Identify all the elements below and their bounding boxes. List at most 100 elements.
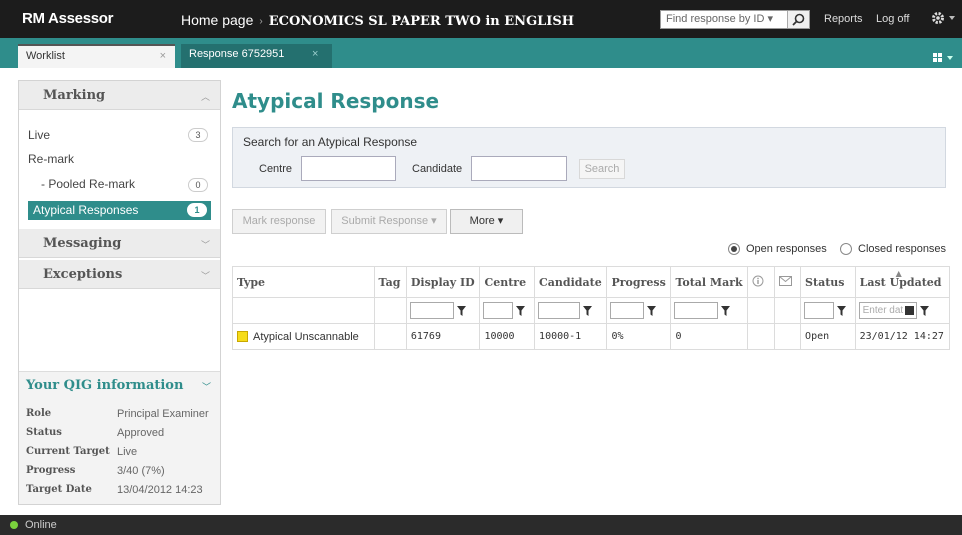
sidebar-item-remark[interactable]: Re-mark [28,152,74,166]
qig-key: Target Date [26,484,92,495]
col-candidate[interactable]: Candidate [534,266,608,298]
col-centre[interactable]: Centre [479,266,536,298]
search-icon [792,13,805,26]
mark-response-button[interactable]: Mark response [232,209,326,234]
breadcrumb-separator: › [259,16,263,27]
marking-accordion-header[interactable]: Marking ︿ [19,81,220,110]
qig-key: Current Target [26,446,110,457]
col-message[interactable] [773,266,802,298]
col-total-mark[interactable]: Total Mark [670,266,749,298]
tab-worklist[interactable]: Worklist × [18,44,175,68]
candidate-input[interactable] [471,156,567,181]
centre-input[interactable] [301,156,396,181]
qig-info-panel: Your QIG information ﹀ Role Principal Exa… [19,371,220,504]
col-info[interactable] [747,266,775,298]
table-row[interactable]: Atypical Unscannable 61769 10000 10000-1… [232,323,951,350]
chevron-down-icon[interactable]: ﹀ [202,380,211,393]
log-off-link[interactable]: Log off [876,13,909,25]
envelope-icon [778,275,792,286]
cell-centre: 10000 [479,323,536,350]
col-tag[interactable]: Tag [373,266,407,298]
filter-icon[interactable] [583,305,593,316]
centre-label: Centre [259,163,293,175]
col-type[interactable]: Type [232,266,375,298]
tab-worklist-label: Worklist [26,50,65,62]
search-panel: Search for an Atypical Response Centre C… [232,127,946,188]
search-caption: Search for an Atypical Response [243,135,418,149]
filter-cell [606,297,672,324]
status-bar: Online [0,515,962,535]
exceptions-header-label: Exceptions [43,267,123,282]
find-search-button[interactable] [787,11,809,28]
exceptions-accordion-header[interactable]: Exceptions ﹀ [19,260,220,289]
filter-cell [773,297,802,324]
filter-cell [405,297,481,324]
pooled-count-badge: 0 [188,178,208,192]
responses-table: Type Tag Display ID Centre Candidate Pro… [232,266,951,350]
cell-type: Atypical Unscannable [232,323,375,350]
candidate-filter-input[interactable] [538,302,581,319]
centre-filter-input[interactable] [483,302,514,319]
chevron-down-icon: ﹀ [200,240,210,250]
status-filter-input[interactable] [804,302,835,319]
col-display-id[interactable]: Display ID [405,266,481,298]
find-response-input[interactable]: Find response by ID ▾ [660,10,810,29]
app-logo: RM Assessor [22,10,114,27]
breadcrumb-paper-title: ECONOMICS SL PAPER TWO in ENGLISH [268,14,575,29]
total-mark-filter-input[interactable] [674,302,719,319]
close-icon[interactable]: × [160,50,166,62]
find-response-placeholder: Find response by ID ▾ [666,13,774,25]
cell-status: Open [800,323,856,350]
submit-response-button[interactable]: Submit Response ▾ [331,209,447,234]
info-icon [752,275,764,286]
search-button[interactable]: Search [579,159,625,179]
col-last-updated[interactable]: ▲ Last Updated [854,266,951,298]
qig-value: 3/40 (7%) [117,465,165,477]
cell-info [747,323,775,350]
filter-row: Enter dat [232,297,951,324]
candidate-label: Candidate [412,163,463,175]
online-status-label: Online [25,519,57,531]
date-placeholder: Enter dat [862,305,904,316]
cell-display-id: 61769 [405,323,481,350]
chevron-down-icon: ﹀ [200,271,210,281]
sidebar-item-live[interactable]: Live [28,128,50,142]
filter-icon[interactable] [837,305,847,316]
sidebar-item-atypical-responses[interactable]: Atypical Responses 1 [28,201,211,220]
filter-icon[interactable] [647,305,657,316]
filter-icon[interactable] [721,305,731,316]
breadcrumb-home-link[interactable]: Home page [181,12,253,28]
qig-info-title[interactable]: Your QIG information [26,378,183,393]
cell-tag [373,323,407,350]
col-progress[interactable]: Progress [606,266,672,298]
filter-icon[interactable] [919,305,929,316]
filter-cell [747,297,775,324]
close-icon[interactable]: × [312,48,318,60]
progress-filter-input[interactable] [610,302,645,319]
filter-icon[interactable] [456,305,466,316]
radio-selected-icon [728,243,740,255]
last-updated-filter-input[interactable]: Enter dat [858,302,917,319]
more-button[interactable]: More ▾ [450,209,523,234]
cell-candidate: 10000-1 [534,323,608,350]
filter-cell [534,297,608,324]
grid-menu-icon[interactable] [933,52,955,66]
calendar-icon[interactable] [904,306,914,315]
reports-link[interactable]: Reports [824,13,863,25]
qig-value: Live [117,446,138,458]
qig-key: Progress [26,465,76,476]
tab-response[interactable]: Response 6752951 × [181,44,332,68]
qig-value: Approved [117,427,165,439]
filter-cell: Enter dat [854,297,951,324]
qig-key: Role [26,408,52,419]
messaging-accordion-header[interactable]: Messaging ﹀ [19,229,220,258]
filter-cell [670,297,749,324]
col-status[interactable]: Status [800,266,856,298]
sidebar-item-pooled-remark[interactable]: - Pooled Re-mark [41,177,135,191]
display-id-filter-input[interactable] [409,302,454,319]
filter-icon[interactable] [516,305,526,316]
settings-gear-icon[interactable] [930,10,956,29]
tab-response-label: Response 6752951 [189,48,285,60]
cell-total-mark: 0 [670,323,749,350]
filter-cell [479,297,536,324]
